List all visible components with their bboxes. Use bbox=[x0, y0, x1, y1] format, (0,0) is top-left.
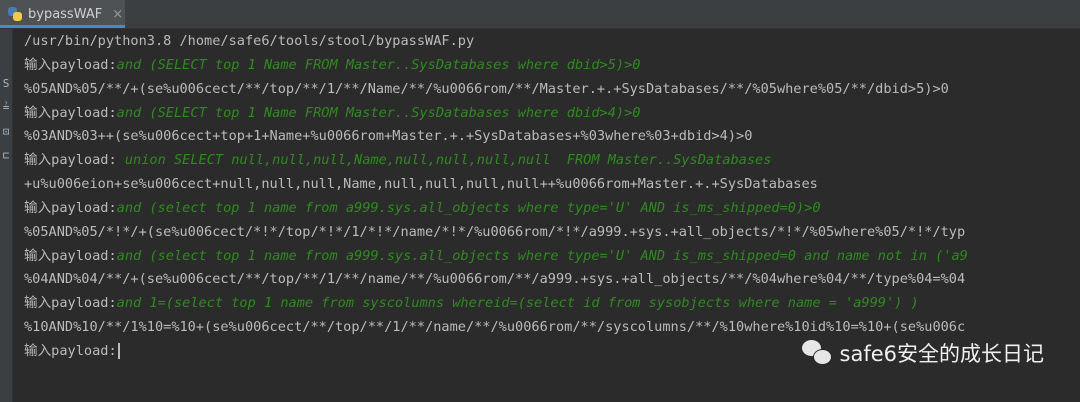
prompt-label: 输入payload: bbox=[24, 56, 117, 73]
payload-input: and 1=(select top 1 name from syscolumns… bbox=[116, 295, 919, 312]
input-line: 输入payload:and (select top 1 name from a9… bbox=[24, 197, 1080, 221]
payload-input: and (SELECT top 1 Name FROM Master..SysD… bbox=[116, 104, 641, 121]
prompt-label: 输入payload: bbox=[24, 342, 117, 359]
output-line: %04AND%04/**/+(se%u006cect/**/top/**/1/*… bbox=[24, 271, 966, 288]
close-icon[interactable]: × bbox=[112, 7, 123, 22]
payload-input: and (select top 1 name from a999.sys.all… bbox=[116, 199, 821, 216]
tab-title: bypassWAF bbox=[28, 6, 103, 22]
prompt-label: 输入payload: bbox=[24, 247, 117, 264]
output-line: +u%u006eion+se%u006cect+null,null,null,N… bbox=[24, 176, 818, 193]
input-line: 输入payload:and (SELECT top 1 Name FROM Ma… bbox=[24, 54, 1080, 78]
input-line: 输入payload:and 1=(select top 1 name from … bbox=[24, 292, 1080, 316]
gutter-icon-2[interactable]: ≟ bbox=[0, 101, 12, 114]
output-line: %03AND%03++(se%u006cect+top+1+Name+%u006… bbox=[24, 128, 753, 145]
output-line: %10AND%10/**/1%10=%10+(se%u006cect/**/to… bbox=[24, 319, 966, 336]
input-line: 输入payload:and (SELECT top 1 Name FROM Ma… bbox=[24, 102, 1080, 126]
text-cursor bbox=[117, 342, 120, 359]
run-tab-bar: bypassWAF × bbox=[0, 0, 1080, 29]
python-icon bbox=[8, 7, 22, 21]
prompt-label: 输入payload: bbox=[24, 104, 117, 121]
gutter-icon-4[interactable]: ⊏ bbox=[0, 149, 12, 162]
watermark: safe6安全的成长日记 bbox=[801, 338, 1044, 368]
input-line: 输入payload:and (select top 1 name from a9… bbox=[24, 245, 1080, 269]
command-line: /usr/bin/python3.8 /home/safe6/tools/sto… bbox=[24, 33, 475, 49]
wechat-icon bbox=[801, 340, 832, 366]
console-window: bypassWAF × S ≟ ⊡ ⊏ /usr/bin/python3.8 /… bbox=[0, 0, 1080, 402]
output-line: %05AND%05/**/+(se%u006cect/**/top/**/1/*… bbox=[24, 80, 949, 97]
payload-input: and (select top 1 name from a999.sys.all… bbox=[116, 247, 968, 264]
gutter-icon-3[interactable]: ⊡ bbox=[0, 125, 12, 138]
payload-input: union SELECT null,null,null,Name,null,nu… bbox=[116, 152, 772, 169]
watermark-text: safe6安全的成长日记 bbox=[839, 342, 1044, 366]
prompt-label: 输入payload: bbox=[24, 152, 117, 169]
gutter-icon-1[interactable]: S bbox=[0, 77, 12, 90]
input-line: 输入payload: union SELECT null,null,null,N… bbox=[24, 149, 1080, 173]
prompt-label: 输入payload: bbox=[24, 199, 117, 216]
tab-bypasswaf[interactable]: bypassWAF × bbox=[0, 0, 125, 28]
prompt-label: 输入payload: bbox=[24, 295, 117, 312]
tool-gutter: S ≟ ⊡ ⊏ bbox=[0, 29, 13, 402]
output-line: %05AND%05/*!*/+(se%u006cect/*!*/top/*!*/… bbox=[24, 223, 966, 240]
payload-input: and (SELECT top 1 Name FROM Master..SysD… bbox=[116, 56, 641, 73]
active-tab-indicator bbox=[0, 25, 125, 28]
